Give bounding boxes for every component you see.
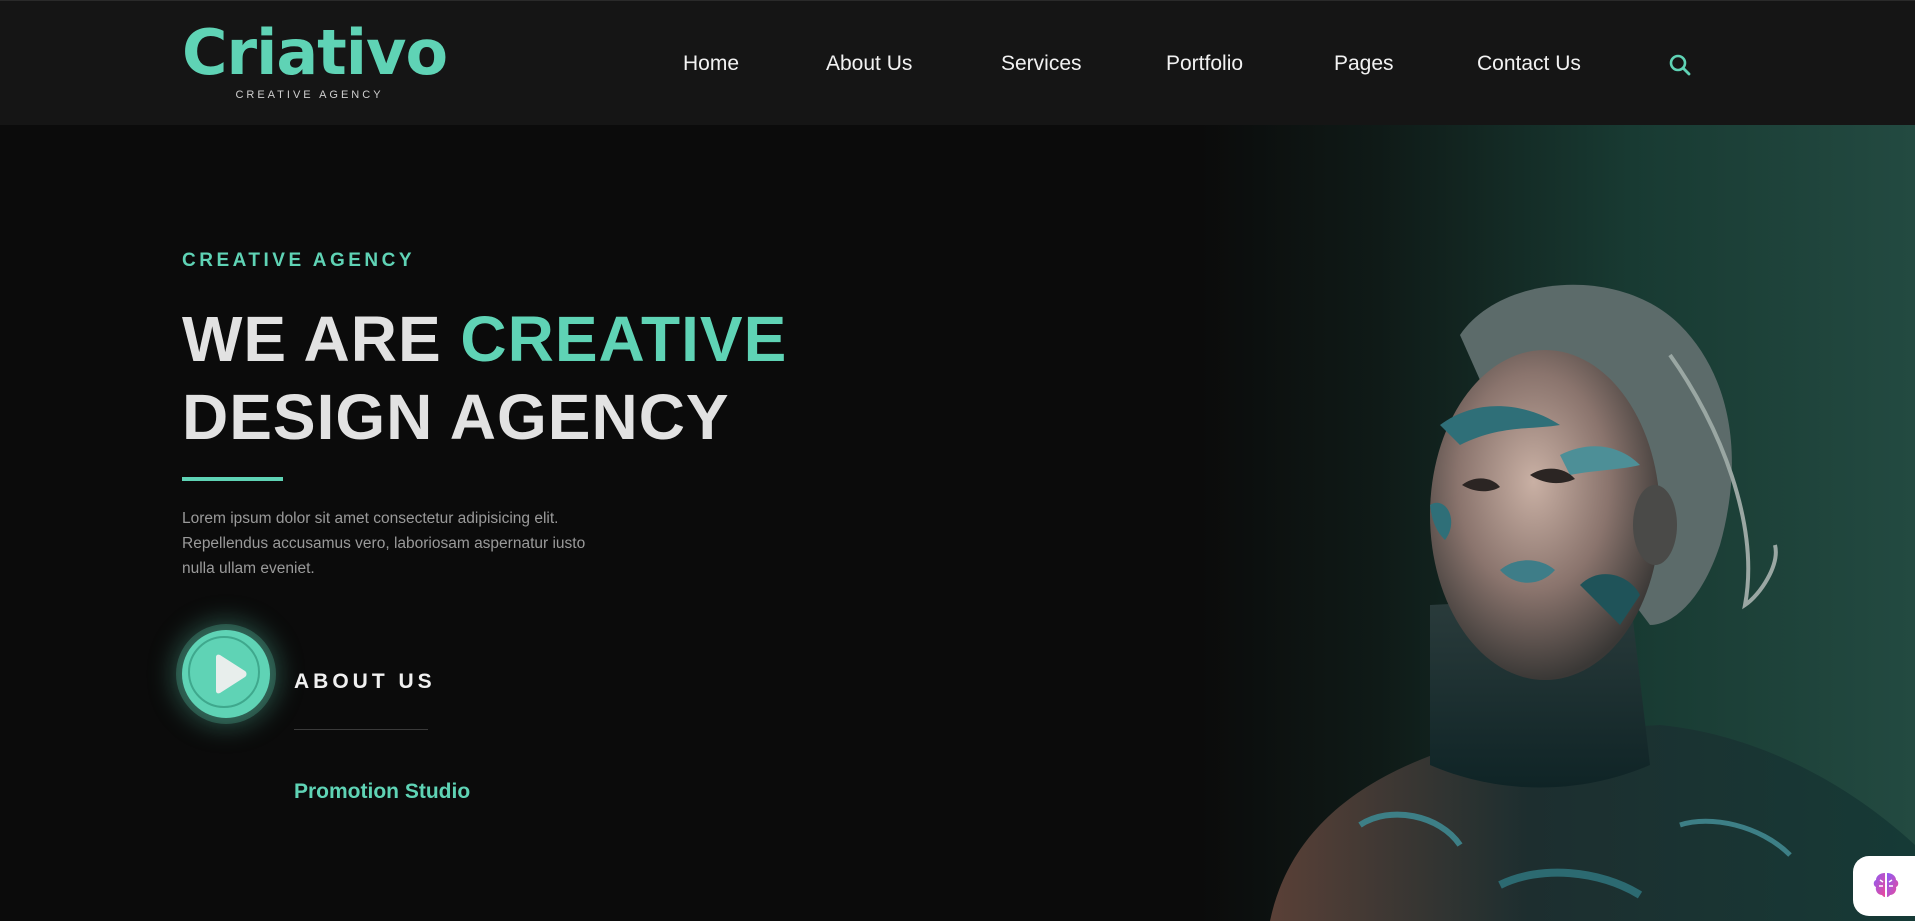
nav-services[interactable]: Services (1001, 51, 1082, 77)
nav-contact-us[interactable]: Contact Us (1477, 51, 1581, 77)
about-underline (294, 729, 428, 730)
assistant-widget-button[interactable] (1853, 856, 1915, 916)
hero-image (1200, 125, 1915, 921)
hero-eyebrow: CREATIVE AGENCY (182, 250, 416, 271)
play-video-button[interactable] (182, 630, 270, 718)
promotion-studio-label: Promotion Studio (294, 780, 471, 803)
accent-divider (182, 477, 283, 481)
headline-line-2: DESIGN AGENCY (182, 381, 730, 453)
logo-text: Criativo (182, 16, 448, 89)
headline-part-1: WE ARE (182, 303, 461, 375)
nav-about-us[interactable]: About Us (826, 51, 912, 77)
logo[interactable]: Criativo CREATIVE AGENCY (182, 15, 448, 101)
nav-home[interactable]: Home (683, 51, 739, 77)
play-icon (216, 654, 247, 694)
nav-portfolio[interactable]: Portfolio (1166, 51, 1243, 77)
hero-description: Lorem ipsum dolor sit amet consectetur a… (182, 510, 586, 577)
headline-accent: CREATIVE (460, 303, 788, 375)
about-us-link[interactable]: ABOUT US (294, 670, 436, 694)
brain-icon (1873, 873, 1899, 897)
site-header: Criativo CREATIVE AGENCY Home About Us S… (0, 0, 1915, 125)
portrait-illustration (1270, 284, 1915, 921)
hero-headline: WE ARE CREATIVE DESIGN AGENCY (182, 300, 787, 456)
headline-line-1: WE ARE CREATIVE (182, 300, 787, 378)
search-icon[interactable] (1668, 53, 1692, 77)
nav-pages[interactable]: Pages (1334, 51, 1394, 77)
